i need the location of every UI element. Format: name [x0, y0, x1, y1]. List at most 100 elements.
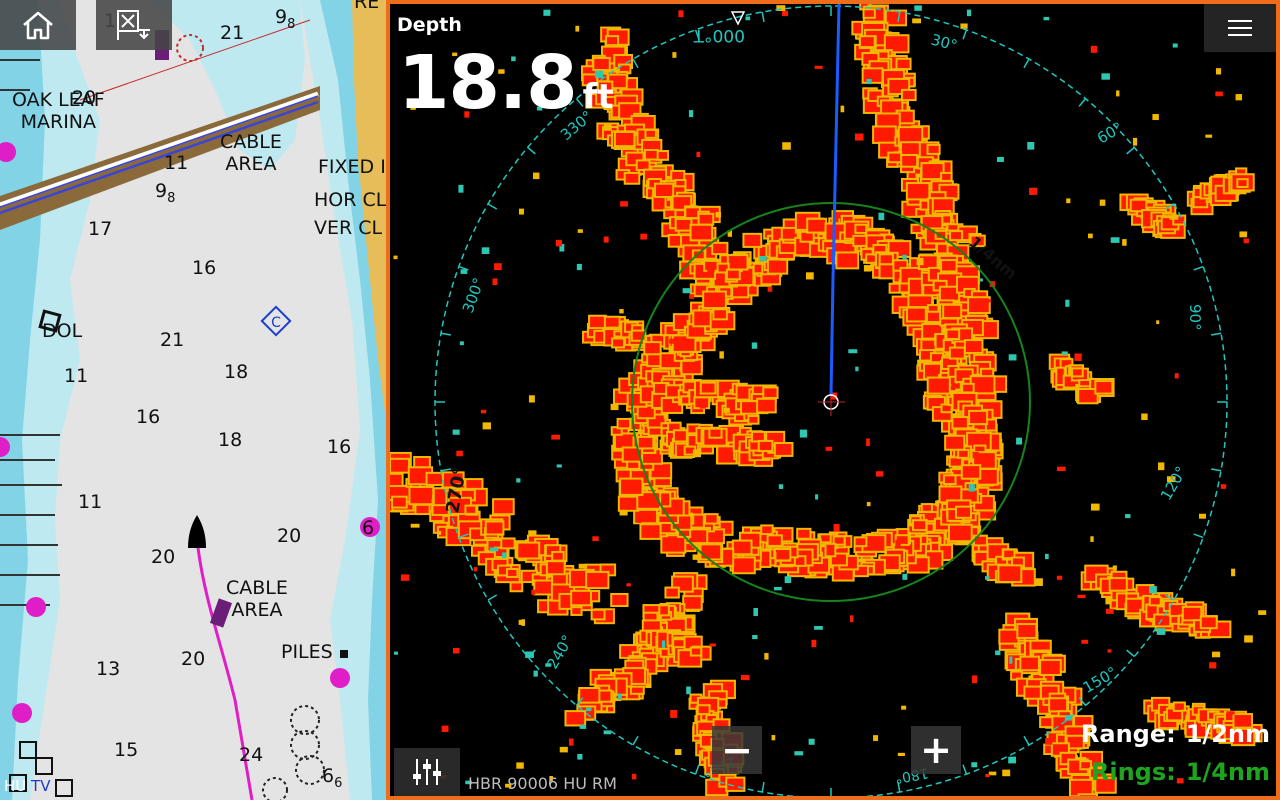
radar-echo	[1107, 649, 1112, 653]
radar-echo	[874, 127, 895, 142]
radar-echo	[489, 547, 499, 552]
radar-echo	[768, 536, 781, 545]
radar-echo	[947, 330, 959, 339]
bearing-label-60: 60°	[1094, 119, 1126, 148]
radar-echo	[889, 153, 901, 162]
radar-echo	[798, 529, 810, 538]
radar-echo	[1110, 237, 1120, 243]
radar-echo	[662, 536, 685, 552]
bearing-tick	[962, 29, 968, 40]
radar-echo	[833, 523, 840, 532]
vertical-clearance-label: VER CL	[314, 217, 383, 239]
radar-echo	[516, 762, 524, 769]
radar-echo	[972, 675, 978, 684]
adjust-button[interactable]	[394, 748, 460, 796]
radar-echo	[394, 651, 398, 655]
depth-sounding: 24	[239, 744, 264, 766]
radar-echo	[794, 229, 800, 234]
radar-echo	[1125, 514, 1131, 519]
radar-echo	[645, 150, 657, 159]
radar-echo	[917, 209, 926, 216]
chart-footer: HU TV	[4, 777, 50, 795]
radar-echo	[1002, 769, 1011, 777]
radar-echo	[944, 305, 961, 317]
radar-echo	[728, 256, 747, 269]
radar-echo	[723, 407, 730, 413]
rings-value: 1/4nm	[1185, 758, 1270, 786]
fixed-bridge-label: FIXED I	[318, 156, 386, 178]
radar-echo	[764, 388, 777, 397]
radar-echo	[682, 288, 691, 294]
radar-echo	[815, 494, 819, 500]
radar-echo	[494, 263, 502, 271]
home-button[interactable]	[0, 0, 76, 50]
radar-echo	[902, 254, 907, 260]
radar-echo	[1141, 413, 1148, 420]
radar-echo	[637, 161, 649, 170]
radar-echo	[1101, 73, 1110, 80]
radar-echo	[676, 219, 691, 230]
radar-echo	[686, 686, 691, 695]
radar-echo	[1090, 503, 1100, 511]
radar-echo	[691, 225, 712, 240]
radar-echo	[860, 37, 874, 47]
radar-echo	[775, 443, 792, 455]
zoom-out-button[interactable]: −	[712, 726, 762, 774]
chart-mode-button[interactable]	[96, 0, 172, 50]
radar-echo	[899, 128, 922, 144]
radar-echo	[908, 308, 925, 321]
radar-echo	[759, 255, 767, 262]
radar-pane[interactable]: 000°T 30° 60° 90° 120° 150° 240° 270° 30…	[386, 0, 1280, 800]
radar-echo	[556, 464, 562, 468]
radar-echo	[1009, 656, 1013, 664]
radar-echo	[486, 522, 503, 534]
depth-sounding: 18	[218, 429, 243, 451]
radar-echo	[615, 434, 636, 448]
radar-echo	[806, 272, 814, 280]
radar-echo	[572, 591, 590, 605]
radar-echo	[752, 634, 758, 640]
radar-echo	[1156, 628, 1166, 635]
radar-echo	[1155, 615, 1170, 626]
radar-echo	[886, 11, 906, 25]
chart-pane[interactable]: C 21 98 20 11 98 17 16 21 11 18 16 18 16…	[0, 0, 386, 800]
radar-echo	[640, 233, 648, 240]
bearing-label-240: 240°	[543, 632, 577, 672]
menu-button[interactable]	[1204, 4, 1276, 52]
radar-echo	[1025, 687, 1040, 698]
radar-echo	[970, 411, 987, 424]
radar-echo	[928, 145, 939, 153]
radar-echo	[452, 648, 460, 654]
radar-echo	[1035, 578, 1043, 586]
radar-echo	[1041, 660, 1060, 675]
radar-echo	[1004, 550, 1014, 558]
radar-echo	[707, 267, 715, 273]
radar-echo	[672, 52, 677, 58]
radar-echo	[928, 378, 949, 393]
hamburger-menu-icon	[1228, 20, 1252, 22]
radar-echo	[646, 130, 655, 137]
radar-echo	[701, 383, 715, 393]
radar-echo	[1235, 94, 1243, 101]
bearing-tick	[761, 782, 765, 793]
radar-echo	[551, 434, 560, 440]
radar-echo	[1056, 466, 1066, 471]
radar-echo	[1008, 756, 1017, 764]
radar-echo	[621, 479, 642, 494]
radar-echo	[940, 287, 959, 300]
zoom-in-button[interactable]: +	[911, 726, 961, 774]
radar-echo	[951, 232, 962, 240]
cable-area-label: CABLE AREA	[220, 131, 282, 175]
radar-echo	[494, 500, 513, 514]
bearing-tick	[632, 58, 639, 69]
radar-echo	[714, 310, 726, 319]
radar-echo	[704, 292, 725, 308]
radar-echo	[699, 401, 707, 409]
radar-echo	[922, 164, 943, 179]
radar-echo	[962, 466, 980, 478]
radar-echo	[969, 298, 989, 313]
radar-echo	[1116, 90, 1120, 97]
radar-echo	[733, 286, 748, 297]
depth-sounding: 98	[275, 6, 296, 32]
radar-echo	[715, 212, 722, 218]
